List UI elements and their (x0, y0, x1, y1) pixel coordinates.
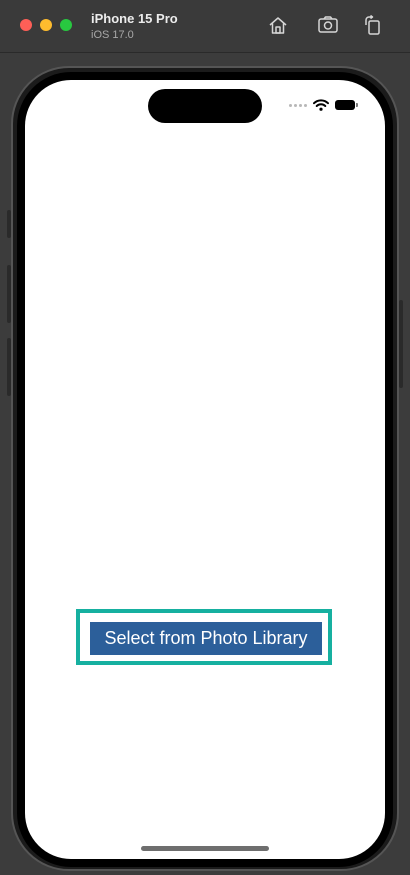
rotate-icon[interactable] (362, 14, 384, 36)
minimize-window-button[interactable] (40, 19, 52, 31)
home-indicator[interactable] (141, 846, 269, 851)
dynamic-island (148, 89, 262, 123)
power-button (399, 300, 403, 388)
signal-dots-icon (289, 103, 307, 107)
volume-up-button (7, 265, 11, 323)
device-screen: Select from Photo Library (25, 80, 385, 859)
close-window-button[interactable] (20, 19, 32, 31)
select-photo-library-button[interactable]: Select from Photo Library (90, 622, 322, 655)
title-bar: iPhone 15 Pro iOS 17.0 (0, 0, 410, 53)
home-icon[interactable] (267, 14, 289, 36)
battery-icon (335, 100, 358, 110)
action-button (7, 210, 11, 238)
device-name: iPhone 15 Pro (91, 11, 178, 26)
status-bar-right (289, 98, 358, 112)
zoom-window-button[interactable] (60, 19, 72, 31)
os-version: iOS 17.0 (91, 29, 134, 41)
wifi-icon (313, 99, 329, 111)
volume-down-button (7, 338, 11, 396)
simulator-window: iPhone 15 Pro iOS 17.0 Select from Photo… (0, 0, 410, 875)
screenshot-icon[interactable] (317, 14, 339, 36)
